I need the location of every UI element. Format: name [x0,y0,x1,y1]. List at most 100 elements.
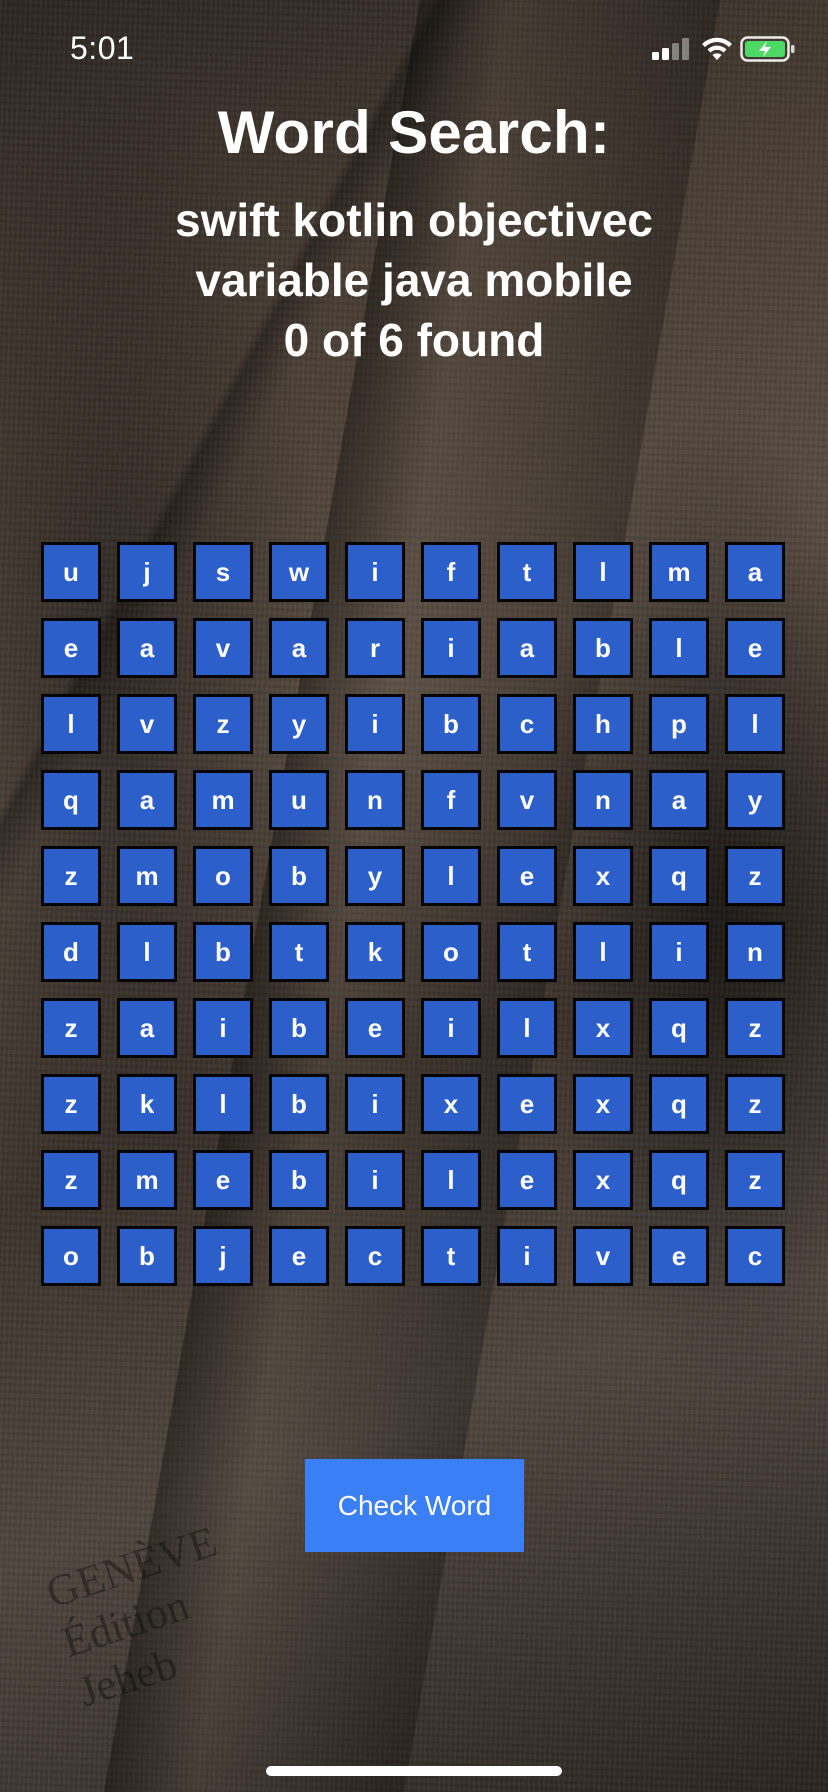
check-word-button[interactable]: Check Word [305,1459,524,1552]
grid-cell[interactable]: q [649,1150,709,1210]
grid-cell[interactable]: b [269,998,329,1058]
grid-cell[interactable]: t [421,1226,481,1286]
grid-cell[interactable]: b [117,1226,177,1286]
grid-cell[interactable]: o [421,922,481,982]
grid-cell[interactable]: o [193,846,253,906]
grid-cell[interactable]: a [649,770,709,830]
grid-cell[interactable]: l [497,998,557,1058]
grid-cell[interactable]: a [269,618,329,678]
grid-cell[interactable]: q [649,846,709,906]
grid-cell[interactable]: e [269,1226,329,1286]
grid-cell[interactable]: q [41,770,101,830]
grid-cell[interactable]: s [193,542,253,602]
grid-cell[interactable]: i [649,922,709,982]
grid-cell[interactable]: u [41,542,101,602]
grid-cell[interactable]: i [421,618,481,678]
grid-cell[interactable]: a [497,618,557,678]
grid-cell[interactable]: b [269,1150,329,1210]
grid-cell[interactable]: l [573,542,633,602]
grid-cell[interactable]: m [193,770,253,830]
grid-cell[interactable]: n [345,770,405,830]
grid-cell[interactable]: x [421,1074,481,1134]
grid-cell[interactable]: l [421,1150,481,1210]
grid-cell[interactable]: x [573,846,633,906]
grid-cell[interactable]: l [649,618,709,678]
grid-cell[interactable]: e [649,1226,709,1286]
grid-cell[interactable]: e [41,618,101,678]
grid-cell[interactable]: a [725,542,785,602]
grid-cell[interactable]: z [41,998,101,1058]
grid-cell[interactable]: z [41,1150,101,1210]
grid-cell[interactable]: z [725,1074,785,1134]
grid-cell[interactable]: y [725,770,785,830]
grid-cell[interactable]: c [345,1226,405,1286]
grid-cell[interactable]: c [725,1226,785,1286]
grid-cell[interactable]: v [193,618,253,678]
grid-cell[interactable]: z [725,1150,785,1210]
grid-cell[interactable]: e [497,1150,557,1210]
grid-cell[interactable]: v [117,694,177,754]
grid-cell[interactable]: b [573,618,633,678]
grid-cell[interactable]: l [41,694,101,754]
grid-cell[interactable]: i [497,1226,557,1286]
grid-cell[interactable]: z [41,846,101,906]
grid-cell[interactable]: z [193,694,253,754]
grid-cell[interactable]: e [497,846,557,906]
grid-cell[interactable]: d [41,922,101,982]
grid-cell[interactable]: w [269,542,329,602]
grid-cell[interactable]: e [725,618,785,678]
grid-cell[interactable]: y [345,846,405,906]
grid-cell[interactable]: j [193,1226,253,1286]
grid-cell[interactable]: e [345,998,405,1058]
grid-cell[interactable]: b [193,922,253,982]
grid-cell[interactable]: c [497,694,557,754]
grid-cell[interactable]: x [573,1074,633,1134]
grid-cell[interactable]: e [193,1150,253,1210]
grid-cell[interactable]: v [573,1226,633,1286]
grid-cell[interactable]: t [497,922,557,982]
grid-cell[interactable]: m [117,1150,177,1210]
grid-cell[interactable]: l [725,694,785,754]
grid-cell[interactable]: x [573,998,633,1058]
grid-cell[interactable]: q [649,998,709,1058]
grid-cell[interactable]: q [649,1074,709,1134]
grid-cell[interactable]: n [573,770,633,830]
grid-cell[interactable]: a [117,618,177,678]
grid-cell[interactable]: k [345,922,405,982]
grid-cell[interactable]: l [193,1074,253,1134]
grid-cell[interactable]: f [421,770,481,830]
grid-cell[interactable]: l [573,922,633,982]
home-indicator[interactable] [266,1766,562,1776]
grid-cell[interactable]: z [725,998,785,1058]
grid-cell[interactable]: p [649,694,709,754]
grid-cell[interactable]: z [41,1074,101,1134]
grid-cell[interactable]: a [117,998,177,1058]
grid-cell[interactable]: t [269,922,329,982]
grid-cell[interactable]: m [649,542,709,602]
grid-cell[interactable]: i [345,1150,405,1210]
grid-cell[interactable]: i [345,1074,405,1134]
grid-cell[interactable]: i [421,998,481,1058]
grid-cell[interactable]: l [117,922,177,982]
grid-cell[interactable]: j [117,542,177,602]
grid-cell[interactable]: m [117,846,177,906]
grid-cell[interactable]: i [193,998,253,1058]
grid-cell[interactable]: x [573,1150,633,1210]
grid-cell[interactable]: r [345,618,405,678]
grid-cell[interactable]: o [41,1226,101,1286]
grid-cell[interactable]: i [345,694,405,754]
grid-cell[interactable]: f [421,542,481,602]
grid-cell[interactable]: t [497,542,557,602]
grid-cell[interactable]: a [117,770,177,830]
grid-cell[interactable]: y [269,694,329,754]
grid-cell[interactable]: u [269,770,329,830]
grid-cell[interactable]: l [421,846,481,906]
grid-cell[interactable]: v [497,770,557,830]
grid-cell[interactable]: i [345,542,405,602]
grid-cell[interactable]: b [269,1074,329,1134]
grid-cell[interactable]: n [725,922,785,982]
grid-cell[interactable]: h [573,694,633,754]
grid-cell[interactable]: z [725,846,785,906]
grid-cell[interactable]: e [497,1074,557,1134]
grid-cell[interactable]: k [117,1074,177,1134]
